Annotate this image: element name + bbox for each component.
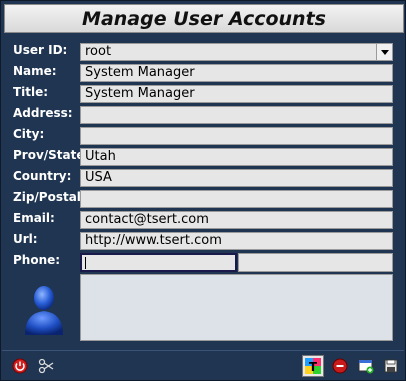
address-field[interactable] bbox=[80, 106, 393, 124]
user-id-value: root bbox=[85, 44, 112, 59]
city-label: City: bbox=[13, 127, 45, 141]
power-icon bbox=[12, 358, 28, 374]
name-label: Name: bbox=[13, 64, 57, 78]
phone-field-secondary[interactable] bbox=[238, 253, 393, 272]
phone-label: Phone: bbox=[13, 253, 61, 267]
zip-postal-label: Zip/Postal: bbox=[13, 190, 86, 204]
notes-area[interactable] bbox=[80, 274, 393, 341]
title-label: Title: bbox=[13, 85, 49, 99]
user-id-label: User ID: bbox=[13, 43, 68, 57]
save-button[interactable] bbox=[381, 356, 401, 376]
stop-icon bbox=[332, 358, 348, 374]
user-avatar-icon bbox=[25, 286, 63, 335]
svg-text:T: T bbox=[309, 360, 318, 374]
prov-state-field[interactable]: Utah bbox=[80, 148, 393, 166]
stop-button[interactable] bbox=[330, 356, 350, 376]
title-field[interactable]: System Manager bbox=[80, 85, 393, 103]
prov-state-label: Prov/State: bbox=[13, 148, 90, 162]
city-field[interactable] bbox=[80, 127, 393, 145]
bottom-toolbar: T bbox=[2, 350, 404, 381]
manage-user-accounts-window: Manage User Accounts User ID: root Name:… bbox=[0, 0, 406, 381]
country-label: Country: bbox=[13, 169, 72, 183]
name-field[interactable]: System Manager bbox=[80, 64, 393, 82]
multicolor-app-icon: T bbox=[305, 358, 321, 374]
url-label: Url: bbox=[13, 232, 38, 246]
email-label: Email: bbox=[13, 211, 55, 225]
zip-postal-field[interactable] bbox=[80, 190, 393, 208]
country-field[interactable]: USA bbox=[80, 169, 393, 187]
power-button[interactable] bbox=[10, 356, 30, 376]
chevron-down-icon[interactable] bbox=[376, 44, 392, 60]
address-label: Address: bbox=[13, 106, 73, 120]
window-title: Manage User Accounts bbox=[82, 7, 326, 30]
title-bar: Manage User Accounts bbox=[4, 4, 404, 33]
app-button[interactable]: T bbox=[302, 355, 324, 377]
cut-button[interactable] bbox=[36, 356, 56, 376]
url-field[interactable]: http://www.tsert.com bbox=[80, 232, 393, 250]
user-id-select[interactable]: root bbox=[80, 43, 393, 61]
phone-field-primary[interactable] bbox=[80, 253, 237, 272]
new-window-button[interactable] bbox=[356, 356, 376, 376]
scissors-icon bbox=[38, 358, 54, 374]
email-field[interactable]: contact@tsert.com bbox=[80, 211, 393, 229]
text-caret bbox=[85, 257, 86, 269]
save-icon bbox=[384, 359, 398, 373]
new-window-icon bbox=[358, 359, 374, 374]
